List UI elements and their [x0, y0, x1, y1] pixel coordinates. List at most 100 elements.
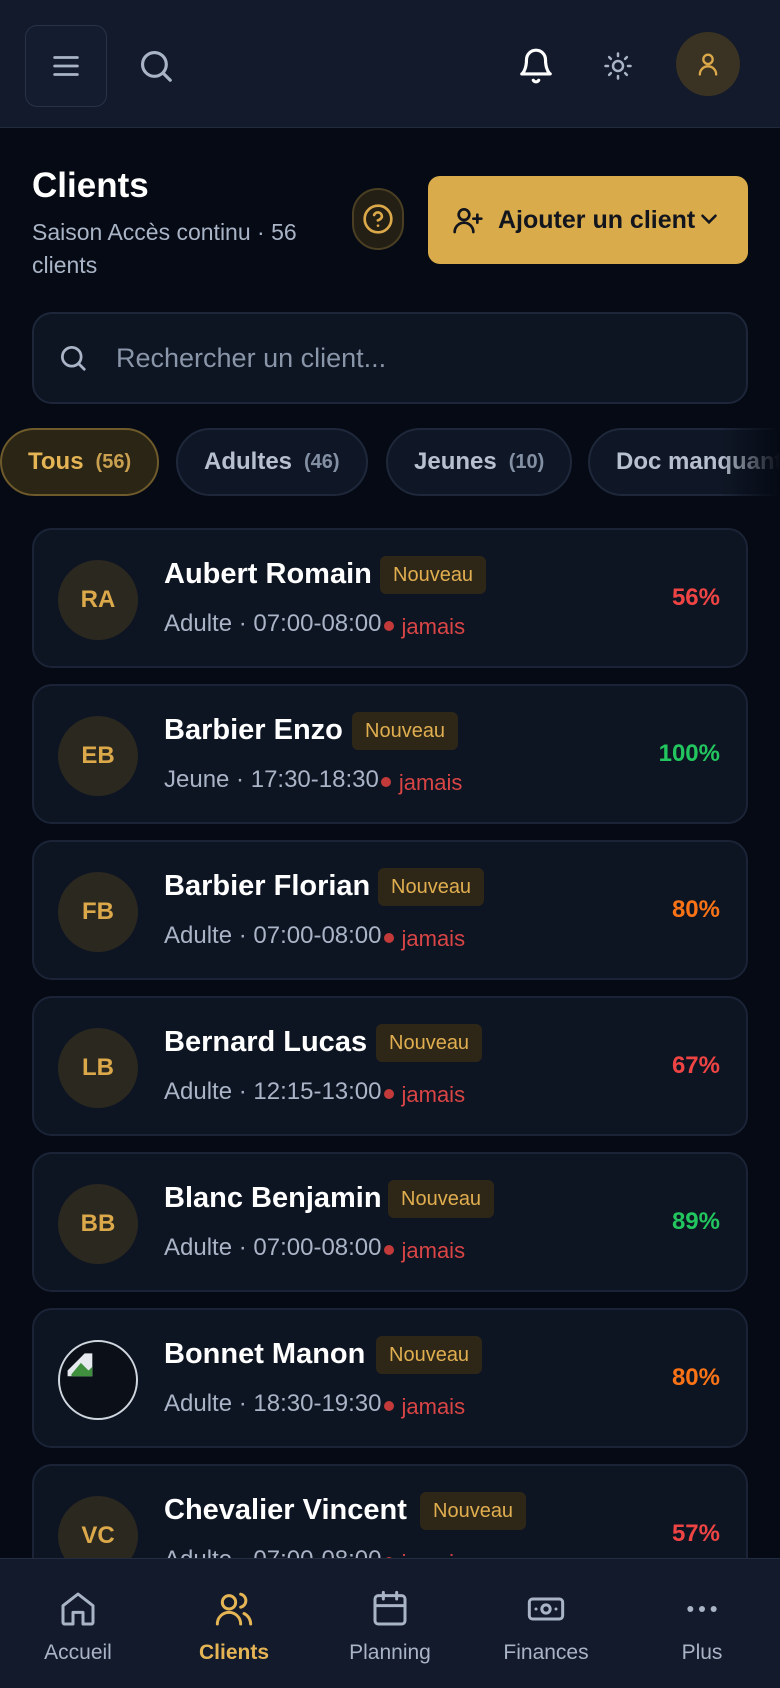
new-badge: Nouveau: [378, 868, 485, 906]
status-dot: [383, 1089, 394, 1099]
client-avatar: RA: [58, 560, 138, 640]
client-card[interactable]: EB Barbier Enzo Nouveau Jeune · 17:30-18…: [32, 684, 748, 824]
banknote-icon: [527, 1597, 565, 1621]
menu-button[interactable]: [25, 25, 107, 107]
client-name: Bernard Lucas: [164, 1026, 368, 1058]
user-plus-icon: [453, 208, 483, 234]
client-name: Barbier Enzo: [164, 714, 343, 746]
nav-label: Finances: [503, 1641, 589, 1664]
theme-toggle-button[interactable]: [592, 36, 644, 96]
client-card[interactable]: RA Aubert Romain Nouveau Adulte · 07:00-…: [32, 528, 748, 668]
search-icon: [140, 50, 172, 82]
client-card[interactable]: LB Bernard Lucas Nouveau Adulte · 12:15-…: [32, 996, 748, 1136]
client-meta: Adulte · 12:15-13:00 jamais: [164, 1078, 466, 1107]
client-category: Adulte: [164, 922, 233, 949]
client-category: Adulte: [164, 1390, 233, 1417]
client-search[interactable]: [32, 312, 748, 404]
client-name: Chevalier Vincent: [164, 1494, 407, 1526]
client-meta: Adulte · 18:30-19:30 jamais: [164, 1390, 466, 1419]
user-icon: [698, 53, 718, 76]
page-title: Clients: [32, 166, 149, 205]
chip-count: (56): [95, 450, 132, 473]
last-visit: jamais: [401, 1082, 466, 1107]
users-icon: [215, 1592, 253, 1626]
status-dot: [383, 933, 394, 943]
client-category: Adulte: [164, 610, 233, 637]
client-slot: 07:00-08:00: [253, 922, 382, 949]
nav-home[interactable]: Accueil: [0, 1559, 156, 1688]
client-avatar: EB: [58, 716, 138, 796]
nav-finances[interactable]: Finances: [468, 1559, 624, 1688]
attendance-rate: 80%: [671, 1364, 720, 1391]
last-visit: jamais: [401, 1238, 466, 1263]
filter-chip-youth[interactable]: Jeunes (10): [386, 428, 573, 496]
status-dot: [380, 777, 391, 787]
notifications-button[interactable]: [510, 36, 562, 96]
bell-icon: [520, 48, 552, 84]
client-card[interactable]: Bonnet Manon Nouveau Adulte · 18:30-19:3…: [32, 1308, 748, 1448]
nav-label: Accueil: [44, 1641, 112, 1664]
client-meta: Adulte · 07:00-08:00jamais: [164, 1234, 466, 1263]
home-icon: [61, 1592, 95, 1626]
client-avatar: LB: [58, 1028, 138, 1108]
client-category: Jeune: [164, 766, 230, 793]
add-client-label: Ajouter un client: [498, 205, 696, 234]
filter-chip-all[interactable]: Tous (56): [0, 428, 160, 496]
client-meta: Adulte · 07:00-08:00jamais: [164, 610, 466, 639]
calendar-icon: [373, 1590, 407, 1626]
new-badge: Nouveau: [352, 712, 459, 750]
search-icon: [61, 346, 86, 371]
filter-chips: Tous (56) Adultes (46) Jeunes (10) Doc m…: [0, 428, 780, 496]
filter-chip-adults[interactable]: Adultes (46): [176, 428, 368, 496]
help-button[interactable]: [352, 188, 404, 250]
new-badge: Nouveau: [380, 556, 487, 594]
more-horizontal-icon: [687, 1606, 717, 1612]
client-card[interactable]: FB Barbier Florian Nouveau Adulte · 07:0…: [32, 840, 748, 980]
last-visit: jamais: [401, 1394, 466, 1419]
chip-label: Tous: [28, 448, 84, 475]
add-client-button[interactable]: Ajouter un client: [428, 176, 748, 264]
attendance-rate: 100%: [658, 740, 720, 767]
client-name: Aubert Romain: [164, 558, 372, 590]
sun-icon: [604, 52, 632, 80]
attendance-rate: 56%: [671, 584, 720, 611]
help-circle-icon: [363, 204, 393, 234]
new-badge: Nouveau: [376, 1024, 483, 1062]
new-badge: Nouveau: [388, 1180, 495, 1218]
search-button[interactable]: [130, 36, 182, 96]
page-subtitle: Saison Accès continu · 56 clients: [32, 219, 297, 278]
client-name: Bonnet Manon: [164, 1338, 366, 1370]
bottom-navigation: Accueil Clients Planning Finances Plus: [0, 1558, 780, 1688]
client-card[interactable]: BB Blanc Benjamin Nouveau Adulte · 07:00…: [32, 1152, 748, 1292]
chevron-down-icon: [701, 214, 717, 225]
nav-clients[interactable]: Clients: [156, 1559, 312, 1688]
chip-label: Doc manquant: [616, 448, 780, 475]
client-name: Barbier Florian: [164, 870, 371, 902]
search-input[interactable]: [116, 342, 676, 374]
client-name: Blanc Benjamin: [164, 1182, 382, 1214]
client-slot: 18:30-19:30: [253, 1390, 382, 1417]
chip-count: (46): [304, 450, 340, 473]
filter-chip-missing-doc[interactable]: Doc manquant: [588, 428, 780, 496]
last-visit: jamais: [401, 926, 466, 951]
new-badge: Nouveau: [376, 1336, 483, 1374]
nav-label: Planning: [349, 1641, 431, 1664]
client-avatar: BB: [58, 1184, 138, 1264]
nav-planning[interactable]: Planning: [312, 1559, 468, 1688]
nav-label: Plus: [681, 1641, 723, 1664]
new-badge: Nouveau: [420, 1492, 527, 1530]
client-meta: Adulte · 07:00-08:00jamais: [164, 922, 466, 951]
last-visit: jamais: [398, 770, 463, 795]
client-slot: 07:00-08:00: [253, 1234, 382, 1261]
status-dot: [383, 1245, 394, 1255]
attendance-rate: 80%: [671, 896, 720, 923]
status-dot: [383, 1401, 394, 1411]
profile-avatar[interactable]: [676, 32, 740, 96]
client-photo: [58, 1340, 138, 1420]
client-avatar: FB: [58, 872, 138, 952]
attendance-rate: 67%: [671, 1052, 720, 1079]
nav-more[interactable]: Plus: [624, 1559, 780, 1688]
client-slot: 17:30-18:30: [250, 766, 379, 793]
last-visit: jamais: [401, 614, 466, 639]
chip-count: (10): [508, 450, 545, 473]
